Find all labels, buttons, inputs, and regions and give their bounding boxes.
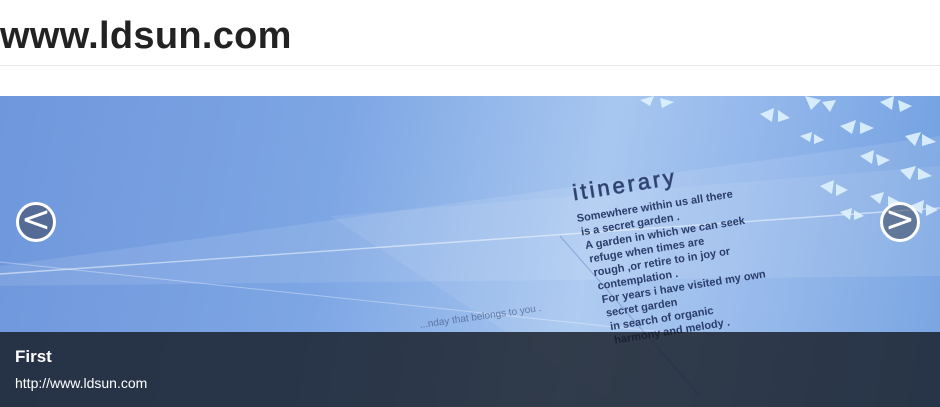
slide-caption: First http://www.ldsun.com (0, 332, 940, 407)
caption-title: First (15, 347, 52, 366)
image-carousel[interactable]: itinerary Somewhere within us all there … (0, 96, 940, 407)
carousel-next-button[interactable]: > (880, 202, 920, 242)
site-title[interactable]: www.ldsun.com (0, 13, 292, 59)
caption-text: http://www.ldsun.com (15, 375, 148, 391)
carousel-prev-button[interactable]: < (16, 202, 56, 242)
site-header: www.ldsun.com (0, 0, 940, 66)
